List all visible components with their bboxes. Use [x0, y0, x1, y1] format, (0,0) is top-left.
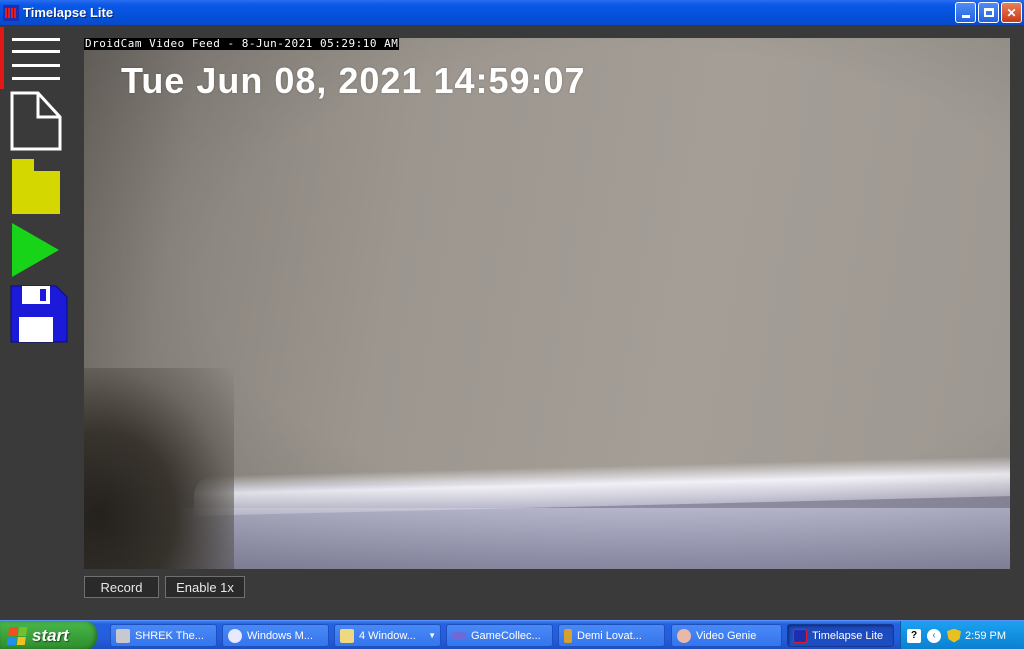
restore-button[interactable] [978, 2, 999, 23]
save-floppy-icon[interactable] [10, 285, 68, 343]
gamepad-icon [452, 631, 466, 640]
minimize-button[interactable] [955, 2, 976, 23]
task-label: Timelapse Lite [812, 629, 884, 642]
timelapse-app-icon [3, 4, 19, 21]
taskbar-clock[interactable]: 2:59 PM [965, 630, 1006, 642]
video-timestamp: Tue Jun 08, 2021 14:59:07 [121, 60, 586, 101]
folder-icon[interactable] [10, 157, 62, 215]
play-icon[interactable] [10, 222, 62, 278]
taskbar-item-windows-folder[interactable]: 4 Window... ▼ [334, 624, 441, 647]
task-label: Demi Lovat... [577, 629, 642, 642]
media-player-icon [228, 628, 242, 643]
window-title: Timelapse Lite [23, 5, 114, 20]
taskbar-item-windows-media[interactable]: Windows M... [222, 624, 329, 647]
start-label: start [32, 625, 69, 645]
feed-label: DroidCam Video Feed - 8-Jun-2021 05:29:1… [84, 37, 400, 50]
hamburger-menu-icon[interactable] [10, 36, 62, 82]
palette-icon [677, 628, 691, 643]
taskbar-item-gamecollector[interactable]: GameCollec... [446, 624, 553, 647]
task-label: Windows M... [247, 629, 314, 642]
video-vignette [84, 38, 1010, 569]
enable-1x-button[interactable]: Enable 1x [165, 576, 245, 598]
clapper-icon [116, 628, 130, 643]
active-indicator [0, 27, 4, 89]
group-dropdown-icon: ▼ [428, 631, 436, 640]
folder-icon [340, 628, 354, 643]
video-feed [84, 38, 1010, 569]
taskbar-item-timelapse-lite[interactable]: Timelapse Lite [787, 624, 894, 647]
close-button[interactable]: ✕ [1001, 2, 1022, 23]
torch-icon [564, 628, 572, 643]
restore-icon [983, 8, 994, 17]
taskbar-item-demi-lovato[interactable]: Demi Lovat... [558, 624, 665, 647]
task-label: Video Genie [696, 629, 757, 642]
task-label: 4 Window... [359, 629, 416, 642]
start-button[interactable]: start [0, 621, 97, 649]
taskbar: start SHREK The... Windows M... 4 Window… [0, 620, 1024, 649]
window-controls: ✕ [955, 2, 1022, 23]
taskbar-item-shrek[interactable]: SHREK The... [110, 624, 217, 647]
task-label: SHREK The... [135, 629, 204, 642]
title-bar: Timelapse Lite ✕ [0, 0, 1024, 26]
new-document-icon[interactable] [10, 91, 62, 151]
task-label: GameCollec... [471, 629, 541, 642]
show-hidden-icons-icon[interactable]: ‹ [927, 628, 941, 643]
close-icon: ✕ [1006, 5, 1017, 20]
minimize-icon [961, 15, 970, 18]
system-tray: ? ‹ 2:59 PM [900, 621, 1024, 649]
sidebar [0, 27, 80, 620]
help-icon[interactable]: ? [907, 628, 921, 643]
taskbar-item-video-genie[interactable]: Video Genie [671, 624, 782, 647]
security-shield-icon[interactable] [947, 628, 961, 643]
windows-logo-icon [6, 626, 28, 645]
timelapse-app-icon [793, 628, 807, 643]
record-button[interactable]: Record [84, 576, 159, 598]
